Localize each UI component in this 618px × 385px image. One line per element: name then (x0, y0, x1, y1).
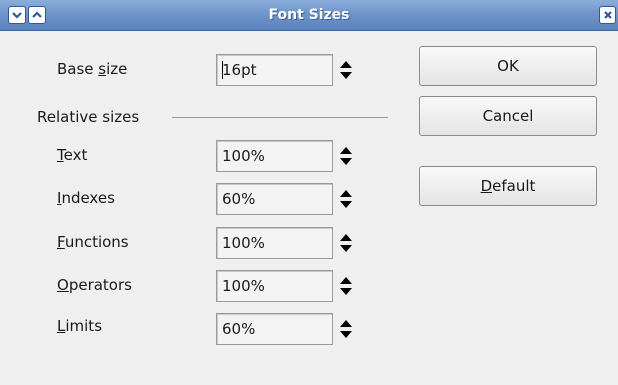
base-size-input[interactable]: 16pt (216, 54, 333, 86)
functions-label-rest: unctions (64, 233, 129, 251)
base-size-label: Base size (57, 58, 127, 80)
base-size-label-accel: s (98, 60, 107, 78)
text-caret (222, 61, 223, 79)
limits-size-input[interactable]: 60% (216, 313, 333, 345)
indexes-spin-icon[interactable] (339, 187, 353, 211)
operators-label-rest: perators (68, 276, 132, 294)
relative-sizes-heading: Relative sizes (37, 108, 140, 126)
text-label-rest: ext (63, 146, 88, 164)
text-label-accel: T (57, 146, 64, 164)
cancel-button[interactable]: Cancel (419, 96, 597, 136)
limits-spin-icon[interactable] (339, 317, 353, 341)
indexes-size-value: 60% (222, 190, 256, 208)
operators-label-accel: O (57, 276, 69, 294)
text-size-value: 100% (222, 147, 265, 165)
window-title: Font Sizes (268, 7, 350, 23)
text-spin-icon[interactable] (339, 144, 353, 168)
operators-spin-icon[interactable] (339, 274, 353, 298)
default-button-rest: efault (492, 177, 536, 195)
operators-size-value: 100% (222, 277, 265, 295)
functions-size-value: 100% (222, 234, 265, 252)
limits-size-value: 60% (222, 320, 256, 338)
base-size-label-prefix: Base (57, 60, 99, 78)
functions-label: Functions (57, 231, 129, 253)
base-size-value: 16pt (222, 61, 257, 79)
base-size-spin-icon[interactable] (339, 58, 353, 82)
close-button[interactable] (599, 6, 616, 24)
functions-label-accel: F (57, 233, 65, 251)
title-bar[interactable]: Font Sizes (0, 0, 618, 31)
indexes-label: Indexes (57, 187, 115, 209)
base-size-label-suffix: ize (106, 60, 128, 78)
group-divider (172, 117, 388, 118)
close-icon (603, 11, 612, 19)
text-label: Text (57, 144, 87, 166)
functions-spin-icon[interactable] (339, 231, 353, 255)
limits-label-rest: imits (65, 317, 103, 335)
operators-label: Operators (57, 274, 132, 296)
indexes-size-input[interactable]: 60% (216, 183, 333, 215)
text-size-input[interactable]: 100% (216, 140, 333, 172)
ok-button[interactable]: OK (419, 46, 597, 86)
default-button[interactable]: Default (419, 166, 597, 206)
functions-size-input[interactable]: 100% (216, 227, 333, 259)
limits-label: Limits (57, 315, 102, 337)
indexes-label-rest: ndexes (61, 189, 115, 207)
operators-size-input[interactable]: 100% (216, 270, 333, 302)
default-button-accel: D (480, 177, 493, 195)
